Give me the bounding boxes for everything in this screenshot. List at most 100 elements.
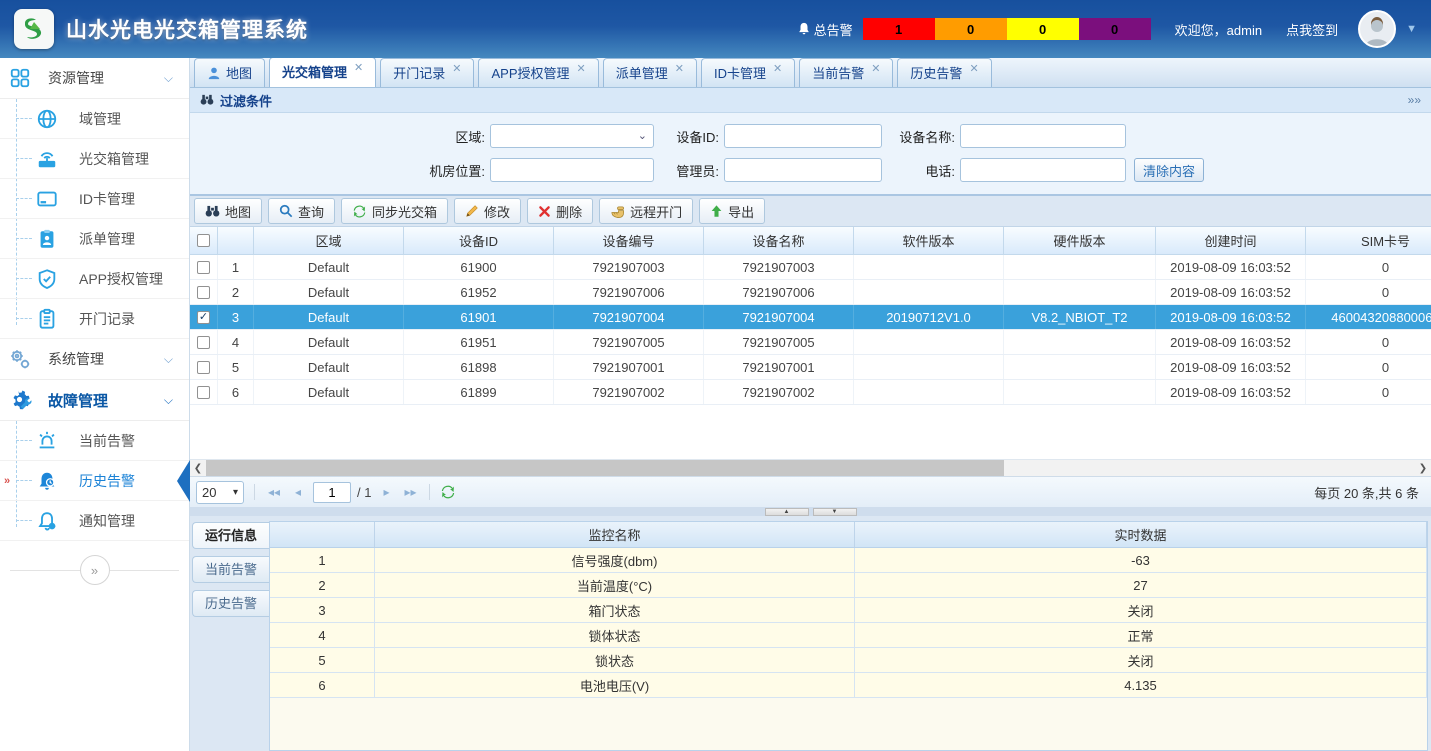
sidebar-section-2[interactable]: 故障管理 ⌵ — [0, 380, 189, 421]
phone-input[interactable] — [960, 158, 1126, 182]
row-checkbox[interactable]: ✓ — [197, 311, 210, 324]
expand-up-icon[interactable]: ▲ — [765, 508, 809, 516]
column-header[interactable]: SIM卡号 — [1306, 227, 1431, 254]
alarm-count-badge[interactable]: 0 — [1079, 18, 1151, 40]
table-row[interactable]: 1Default61900792190700379219070032019-08… — [190, 255, 1431, 280]
row-checkbox[interactable] — [197, 261, 210, 274]
device-name-input[interactable] — [960, 124, 1126, 148]
close-icon[interactable]: ✕ — [773, 56, 782, 83]
collapse-down-icon[interactable]: ▼ — [813, 508, 857, 516]
scroll-left-icon[interactable]: ❮ — [190, 460, 206, 476]
tab-4[interactable]: 派单管理 ✕ — [603, 58, 697, 87]
close-icon[interactable]: ✕ — [969, 56, 978, 83]
toolbar-button[interactable]: 远程开门 — [599, 198, 693, 224]
column-header[interactable]: 设备ID — [404, 227, 554, 254]
scroll-right-icon[interactable]: ❯ — [1415, 460, 1431, 476]
alarm-badges: 1000 — [863, 18, 1151, 40]
toolbar-button[interactable]: 查询 — [268, 198, 335, 224]
monitor-row[interactable]: 1 信号强度(dbm) -63 — [270, 548, 1427, 573]
monitor-row[interactable]: 5 锁状态 关闭 — [270, 648, 1427, 673]
chevron-down-icon[interactable]: ▼ — [1406, 23, 1417, 35]
column-header[interactable]: 实时数据 — [855, 522, 1427, 547]
alarm-count-badge[interactable]: 0 — [1007, 18, 1079, 40]
horizontal-scrollbar[interactable]: ❮ ❯ — [190, 459, 1431, 476]
sidebar-item[interactable]: 开门记录 — [0, 299, 189, 339]
sidebar-section-1[interactable]: 系统管理 ⌵ — [0, 339, 189, 380]
tab-3[interactable]: APP授权管理 ✕ — [478, 58, 598, 87]
row-checkbox[interactable] — [197, 386, 210, 399]
sidebar-item[interactable]: ID卡管理 — [0, 179, 189, 219]
sidebar-item[interactable]: 通知管理 — [0, 501, 189, 541]
table-row[interactable]: ✓ 3Default619017921907004792190700420190… — [190, 305, 1431, 330]
sidebar-item[interactable]: 派单管理 — [0, 219, 189, 259]
row-checkbox[interactable] — [197, 336, 210, 349]
sidebar-item[interactable]: 域管理 — [0, 99, 189, 139]
table-row[interactable]: 4Default61951792190700579219070052019-08… — [190, 330, 1431, 355]
toolbar-button[interactable]: 地图 — [194, 198, 262, 224]
table-row[interactable]: 2Default61952792190700679219070062019-08… — [190, 280, 1431, 305]
column-header[interactable]: 设备名称 — [704, 227, 854, 254]
sidebar-item[interactable]: 光交箱管理 — [0, 139, 189, 179]
page-size-select[interactable]: 20 ▾ — [196, 481, 244, 504]
row-checkbox[interactable] — [197, 361, 210, 374]
panel-splitter[interactable]: ▲ ▼ — [190, 507, 1431, 516]
device-id-input[interactable] — [724, 124, 882, 148]
scrollbar-track[interactable] — [206, 460, 1415, 476]
close-icon[interactable]: ✕ — [354, 55, 363, 82]
toolbar-button[interactable]: 导出 — [699, 198, 765, 224]
sidebar-section-0[interactable]: 资源管理 ⌵ — [0, 58, 189, 99]
room-location-input[interactable] — [490, 158, 654, 182]
close-icon[interactable]: ✕ — [675, 56, 684, 83]
filter-header[interactable]: 过滤条件 »» — [190, 88, 1431, 113]
row-checkbox[interactable] — [197, 286, 210, 299]
collapse-panel-icon[interactable]: »» — [1408, 93, 1421, 107]
tab-1[interactable]: 光交箱管理 ✕ — [269, 57, 376, 87]
first-page-button[interactable]: ◂◂ — [265, 485, 283, 499]
tab-2[interactable]: 开门记录 ✕ — [380, 58, 474, 87]
table-row[interactable]: 6Default61899792190700279219070022019-08… — [190, 380, 1431, 405]
toolbar-button[interactable]: 修改 — [454, 198, 521, 224]
table-row[interactable]: 5Default61898792190700179219070012019-08… — [190, 355, 1431, 380]
prev-page-button[interactable]: ◂ — [289, 485, 307, 499]
select-all-checkbox[interactable] — [190, 227, 218, 254]
column-header[interactable]: 软件版本 — [854, 227, 1004, 254]
sidebar-item[interactable]: » 历史告警 — [0, 461, 189, 501]
signin-link[interactable]: 点我签到 — [1286, 20, 1338, 39]
sidebar-item[interactable]: 当前告警 — [0, 421, 189, 461]
monitor-tab[interactable]: 运行信息 — [192, 522, 269, 549]
clear-button[interactable]: 清除内容 — [1134, 158, 1204, 182]
monitor-row[interactable]: 3 箱门状态 关闭 — [270, 598, 1427, 623]
column-header[interactable]: 监控名称 — [375, 522, 855, 547]
close-icon[interactable]: ✕ — [577, 56, 586, 83]
column-header[interactable]: 硬件版本 — [1004, 227, 1156, 254]
page-number-input[interactable] — [313, 482, 351, 503]
collapse-sidebar-button[interactable]: » — [80, 555, 110, 585]
manager-input[interactable] — [724, 158, 882, 182]
last-page-button[interactable]: ▸▸ — [401, 485, 419, 499]
scrollbar-thumb[interactable] — [206, 460, 1004, 476]
column-header[interactable]: 设备编号 — [554, 227, 704, 254]
column-header[interactable]: 创建时间 — [1156, 227, 1306, 254]
next-page-button[interactable]: ▸ — [377, 485, 395, 499]
toolbar-button[interactable]: 同步光交箱 — [341, 198, 448, 224]
toolbar-button[interactable]: 删除 — [527, 198, 593, 224]
monitor-row[interactable]: 2 当前温度(°C) 27 — [270, 573, 1427, 598]
close-icon[interactable]: ✕ — [871, 56, 880, 83]
refresh-icon[interactable] — [440, 484, 456, 500]
monitor-row[interactable]: 4 锁体状态 正常 — [270, 623, 1427, 648]
tab-label: 派单管理 — [616, 60, 668, 87]
region-select[interactable]: ⌄ — [490, 124, 654, 148]
monitor-row[interactable]: 6 电池电压(V) 4.135 — [270, 673, 1427, 698]
tab-5[interactable]: ID卡管理 ✕ — [701, 58, 795, 87]
tab-7[interactable]: 历史告警 ✕ — [897, 58, 991, 87]
alarm-count-badge[interactable]: 1 — [863, 18, 935, 40]
monitor-tab[interactable]: 历史告警 — [192, 590, 269, 617]
tab-6[interactable]: 当前告警 ✕ — [799, 58, 893, 87]
monitor-tab[interactable]: 当前告警 — [192, 556, 269, 583]
alarm-count-badge[interactable]: 0 — [935, 18, 1007, 40]
column-header[interactable]: 区域 — [254, 227, 404, 254]
user-avatar[interactable] — [1358, 10, 1396, 48]
tab-0[interactable]: 地图 — [194, 58, 265, 87]
sidebar-item[interactable]: APP授权管理 — [0, 259, 189, 299]
close-icon[interactable]: ✕ — [452, 56, 461, 83]
